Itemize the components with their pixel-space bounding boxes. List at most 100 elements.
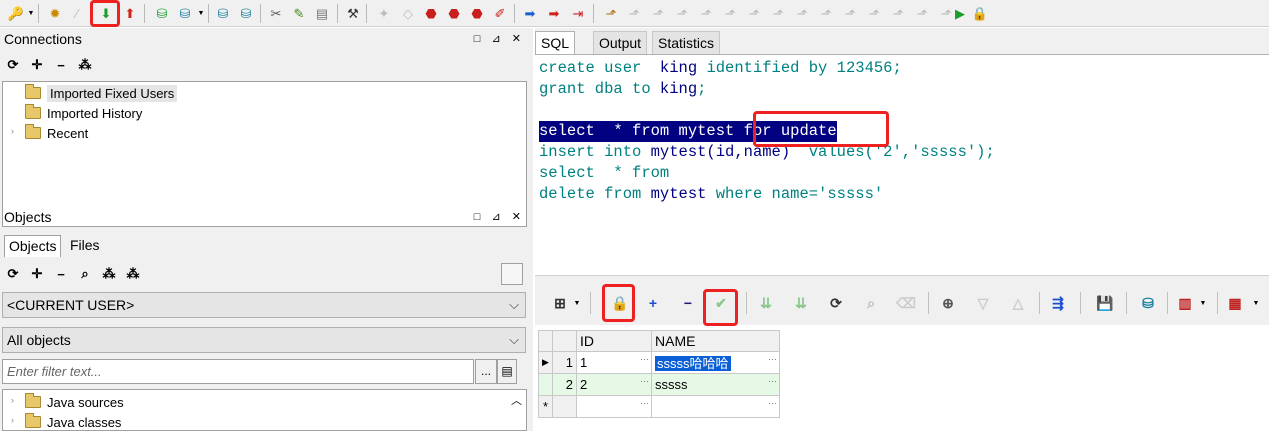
- arrow-right-red-icon[interactable]: ➡: [544, 3, 564, 23]
- clear-icon[interactable]: ⌫: [896, 293, 916, 313]
- filter-doc-icon[interactable]: ▤: [497, 359, 517, 384]
- gear-icon[interactable]: ✹: [45, 3, 65, 23]
- wrench-icon[interactable]: ⚒: [343, 3, 363, 23]
- debug-icon[interactable]: ⬣: [467, 3, 487, 23]
- wand-icon[interactable]: ⁄: [67, 3, 87, 23]
- query-by-example-icon[interactable]: ⊕: [938, 293, 958, 313]
- eraser-icon[interactable]: ◇: [398, 3, 418, 23]
- breakpoint-icon[interactable]: ⬣: [444, 3, 464, 23]
- sql-db-icon[interactable]: ⛁: [175, 3, 195, 23]
- cell-name[interactable]: sssss ⋯: [651, 373, 780, 396]
- table-row[interactable]: ▶ 1 1 ⋯ sssss哈哈哈 ⋯: [538, 351, 780, 374]
- refresh-icon[interactable]: ⟳: [4, 265, 22, 283]
- fetch-last-icon[interactable]: ⇊: [791, 293, 811, 313]
- tree-item-java-sources[interactable]: Java sources: [25, 392, 124, 412]
- tools-icon[interactable]: ✂: [266, 3, 286, 23]
- db-user-icon[interactable]: ⛁: [152, 3, 172, 23]
- sort-desc-icon[interactable]: ▽: [973, 293, 993, 313]
- remove-icon[interactable]: −: [52, 265, 70, 283]
- step-icon[interactable]: ⬏: [672, 3, 692, 23]
- refresh-icon[interactable]: ⟳: [4, 56, 22, 74]
- step-icon[interactable]: ⬏: [912, 3, 932, 23]
- tab-files[interactable]: Files: [66, 235, 104, 257]
- import-download-icon[interactable]: ⬇: [96, 3, 116, 23]
- step-icon[interactable]: ⬏: [864, 3, 884, 23]
- user-select[interactable]: <CURRENT USER> ⌵: [2, 292, 526, 318]
- cell-name[interactable]: sssss哈哈哈 ⋯: [651, 351, 780, 374]
- color-box[interactable]: [501, 263, 523, 285]
- cell-id[interactable]: ⋯: [576, 395, 652, 418]
- filter-edit-icon[interactable]: ⁂: [124, 265, 142, 283]
- grid-icon[interactable]: ⊞: [550, 293, 570, 313]
- step-icon[interactable]: ⬏: [768, 3, 788, 23]
- filter-options-button[interactable]: ...: [475, 359, 497, 384]
- step-icon[interactable]: ⬏: [816, 3, 836, 23]
- step-into-icon[interactable]: ⬏: [601, 3, 621, 23]
- continue-icon[interactable]: ▶: [950, 3, 970, 23]
- hierarchy-icon[interactable]: ⇶: [1048, 293, 1068, 313]
- step-icon[interactable]: ⬏: [840, 3, 860, 23]
- post-changes-check-icon[interactable]: ✔: [711, 293, 731, 313]
- object-type-select[interactable]: All objects ⌵: [2, 327, 526, 353]
- edit-data-lock-icon[interactable]: 🔒: [610, 293, 630, 313]
- remove-icon[interactable]: −: [52, 56, 70, 74]
- table-row[interactable]: 2 2 ⋯ sssss ⋯: [538, 373, 780, 396]
- find-binoculars-icon[interactable]: ⌕: [76, 265, 94, 283]
- delete-record-icon[interactable]: −: [678, 293, 698, 313]
- db-connect-icon[interactable]: ⛁: [213, 3, 233, 23]
- document-icon[interactable]: ▤: [312, 3, 332, 23]
- sql-editor[interactable]: create user king identified by 123456; g…: [535, 54, 1269, 272]
- filter-icon[interactable]: ⁂: [76, 56, 94, 74]
- find-icon[interactable]: ⌕: [861, 293, 881, 313]
- table-row-new[interactable]: * ⋯ ⋯: [538, 395, 780, 418]
- step-icon[interactable]: ⬏: [696, 3, 716, 23]
- filter-icon[interactable]: ⁂: [100, 265, 118, 283]
- add-icon[interactable]: ✛: [28, 265, 46, 283]
- chevron-down-icon[interactable]: ▼: [197, 3, 205, 23]
- panel-controls[interactable]: □ ⊿ ✕: [474, 206, 525, 229]
- export-table-icon[interactable]: ▦: [1225, 293, 1245, 313]
- tab-statistics[interactable]: Statistics: [652, 31, 721, 54]
- edit-note-icon[interactable]: ✎: [289, 3, 309, 23]
- filter-input[interactable]: Enter filter text...: [2, 359, 474, 384]
- lock-icon[interactable]: 🔒: [970, 3, 990, 23]
- db-refresh-icon[interactable]: ⛁: [236, 3, 256, 23]
- tree-item-fixed-users[interactable]: Imported Fixed Users: [25, 83, 178, 103]
- tree-item-java-classes[interactable]: Java classes: [25, 412, 121, 432]
- step-out-icon[interactable]: ⬏: [648, 3, 668, 23]
- step-icon[interactable]: ⬏: [744, 3, 764, 23]
- scroll-up-icon[interactable]: ︿: [511, 392, 522, 408]
- step-icon[interactable]: ⬏: [888, 3, 908, 23]
- expand-arrow-icon[interactable]: ›: [11, 126, 14, 136]
- arrow-right-icon[interactable]: ➡: [520, 3, 540, 23]
- chevron-down-icon[interactable]: ▼: [27, 3, 35, 23]
- pen-icon[interactable]: ✐: [490, 3, 510, 23]
- tab-objects[interactable]: Objects: [4, 235, 62, 257]
- chevron-down-icon[interactable]: ▼: [573, 293, 581, 313]
- run-to-cursor-icon[interactable]: ⇥: [568, 3, 588, 23]
- database-icon[interactable]: ⛁: [1138, 293, 1158, 313]
- disabled-action-icon[interactable]: ✦: [374, 3, 394, 23]
- stop-icon[interactable]: ⬣: [421, 3, 441, 23]
- expand-arrow-icon[interactable]: ›: [11, 395, 14, 405]
- export-upload-icon[interactable]: ⬆: [120, 3, 140, 23]
- step-icon[interactable]: ⬏: [720, 3, 740, 23]
- panel-controls[interactable]: □ ⊿ ✕: [474, 28, 525, 51]
- tab-output[interactable]: Output: [593, 31, 648, 54]
- expand-arrow-icon[interactable]: ›: [11, 415, 14, 425]
- insert-record-icon[interactable]: +: [643, 293, 663, 313]
- save-icon[interactable]: 💾: [1095, 293, 1115, 313]
- chevron-down-icon[interactable]: ▼: [1252, 293, 1260, 313]
- step-icon[interactable]: ⬏: [792, 3, 812, 23]
- cell-id[interactable]: 2 ⋯: [576, 373, 652, 396]
- cell-id[interactable]: 1 ⋯: [576, 351, 652, 374]
- column-header-name[interactable]: NAME: [651, 330, 780, 352]
- tab-sql[interactable]: SQL: [535, 31, 576, 54]
- sort-asc-icon[interactable]: △: [1008, 293, 1028, 313]
- refresh-icon[interactable]: ⟳: [826, 293, 846, 313]
- cell-name[interactable]: ⋯: [651, 395, 780, 418]
- tree-item-recent[interactable]: Recent: [25, 123, 88, 143]
- add-icon[interactable]: ✛: [28, 56, 46, 74]
- column-header-id[interactable]: ID: [576, 330, 652, 352]
- fetch-next-icon[interactable]: ⇊: [756, 293, 776, 313]
